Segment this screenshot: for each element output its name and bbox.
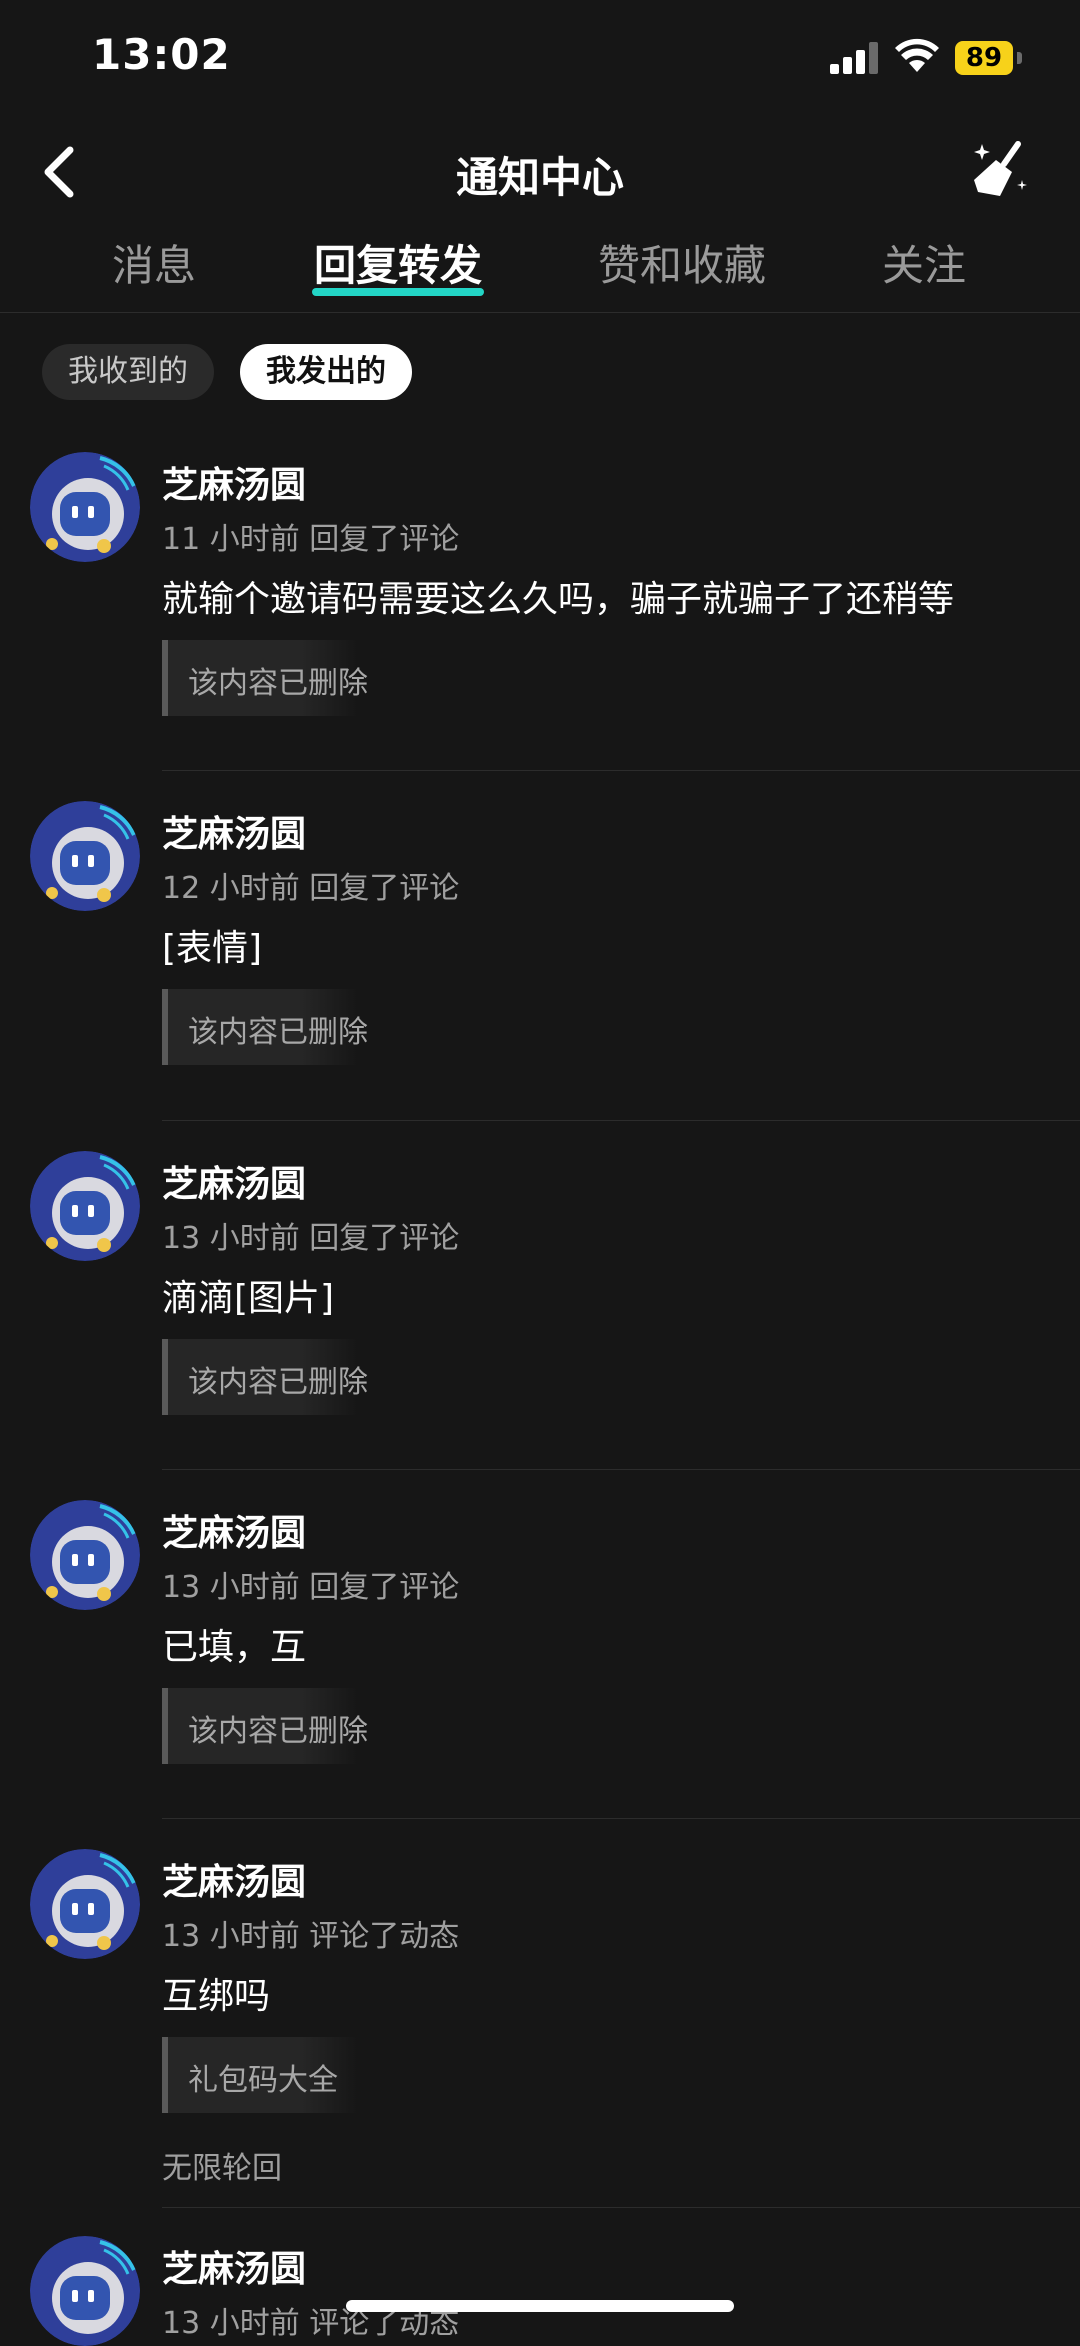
item-meta: 11 小时前 回复了评论 xyxy=(162,522,460,557)
comment-text[interactable]: 就输个邀请码需要这么久吗，骗子就骗子了还稍等 xyxy=(162,570,954,622)
avatar[interactable] xyxy=(30,1500,140,1610)
status-time: 13:02 xyxy=(92,30,231,79)
divider xyxy=(162,1469,1080,1470)
avatar[interactable] xyxy=(30,452,140,562)
username[interactable]: 芝麻汤圆 xyxy=(162,2240,306,2292)
battery-icon: 89 xyxy=(955,41,1025,75)
avatar[interactable] xyxy=(30,1151,140,1261)
divider xyxy=(162,2207,1080,2208)
username[interactable]: 芝麻汤圆 xyxy=(162,1504,306,1556)
item-meta: 13 小时前 回复了评论 xyxy=(162,1221,460,1256)
quoted-content[interactable]: 该内容已删除 xyxy=(162,640,368,716)
username[interactable]: 芝麻汤圆 xyxy=(162,805,306,857)
list-item[interactable]: 芝麻汤圆 13 小时前 评论了动态 互绑吗 礼包码大全 无限轮回 xyxy=(0,1849,1080,2205)
tab-likes-favorites[interactable]: 赞和收藏 xyxy=(598,232,766,293)
top-nav: 通知中心 xyxy=(0,120,1080,228)
list-item[interactable]: 芝麻汤圆 13 小时前 回复了评论 已填，互 该内容已删除 xyxy=(0,1500,1080,1818)
username[interactable]: 芝麻汤圆 xyxy=(162,456,306,508)
comment-text[interactable]: [表情] xyxy=(162,919,262,971)
comment-text[interactable]: 互绑吗 xyxy=(162,1967,270,2019)
username[interactable]: 芝麻汤圆 xyxy=(162,1155,306,1207)
quoted-text: 该内容已删除 xyxy=(188,1015,368,1050)
list-item[interactable]: 芝麻汤圆 13 小时前 评论了动态 xyxy=(0,2236,1080,2346)
username[interactable]: 芝麻汤圆 xyxy=(162,1853,306,1905)
battery-level: 89 xyxy=(965,43,1003,73)
quoted-text: 礼包码大全 xyxy=(188,2063,338,2098)
quoted-text: 该内容已删除 xyxy=(188,1365,368,1400)
avatar[interactable] xyxy=(30,801,140,911)
tab-replies-forwards[interactable]: 回复转发 xyxy=(314,232,482,293)
post-source[interactable]: 无限轮回 xyxy=(162,2143,282,2187)
page-title: 通知中心 xyxy=(455,153,624,202)
divider xyxy=(162,1818,1080,1819)
item-meta: 13 小时前 回复了评论 xyxy=(162,1570,460,1605)
avatar[interactable] xyxy=(30,1849,140,1959)
item-meta: 13 小时前 评论了动态 xyxy=(162,1919,460,1954)
list-item[interactable]: 芝麻汤圆 13 小时前 回复了评论 滴滴[图片] 该内容已删除 xyxy=(0,1151,1080,1469)
quoted-post[interactable]: 礼包码大全 xyxy=(162,2037,358,2113)
list-item[interactable]: 芝麻汤圆 12 小时前 回复了评论 [表情] 该内容已删除 xyxy=(0,801,1080,1119)
cellular-signal-icon xyxy=(830,42,878,74)
wifi-icon xyxy=(895,38,939,72)
filter-sent-button[interactable]: 我发出的 xyxy=(240,344,412,400)
quoted-text: 该内容已删除 xyxy=(188,1714,368,1749)
home-indicator xyxy=(346,2300,734,2312)
status-bar: 13:02 89 xyxy=(0,0,1080,120)
list-item[interactable]: 芝麻汤圆 11 小时前 回复了评论 就输个邀请码需要这么久吗，骗子就骗子了还稍等… xyxy=(0,452,1080,770)
item-meta: 12 小时前 回复了评论 xyxy=(162,871,460,906)
broom-clear-icon[interactable] xyxy=(970,140,1030,200)
quoted-text: 该内容已删除 xyxy=(188,666,368,701)
tab-follows[interactable]: 关注 xyxy=(882,232,966,293)
tab-bar: 消息 回复转发 赞和收藏 关注 xyxy=(0,228,1080,313)
filter-received-button[interactable]: 我收到的 xyxy=(42,344,214,400)
tab-messages[interactable]: 消息 xyxy=(112,232,196,293)
divider xyxy=(162,770,1080,771)
divider xyxy=(162,1120,1080,1121)
quoted-content[interactable]: 该内容已删除 xyxy=(162,989,368,1065)
active-tab-indicator xyxy=(312,288,484,296)
comment-text[interactable]: 滴滴[图片] xyxy=(162,1269,334,1321)
avatar[interactable] xyxy=(30,2236,140,2346)
comment-text[interactable]: 已填，互 xyxy=(162,1618,306,1670)
quoted-content[interactable]: 该内容已删除 xyxy=(162,1339,368,1415)
quoted-content[interactable]: 该内容已删除 xyxy=(162,1688,368,1764)
